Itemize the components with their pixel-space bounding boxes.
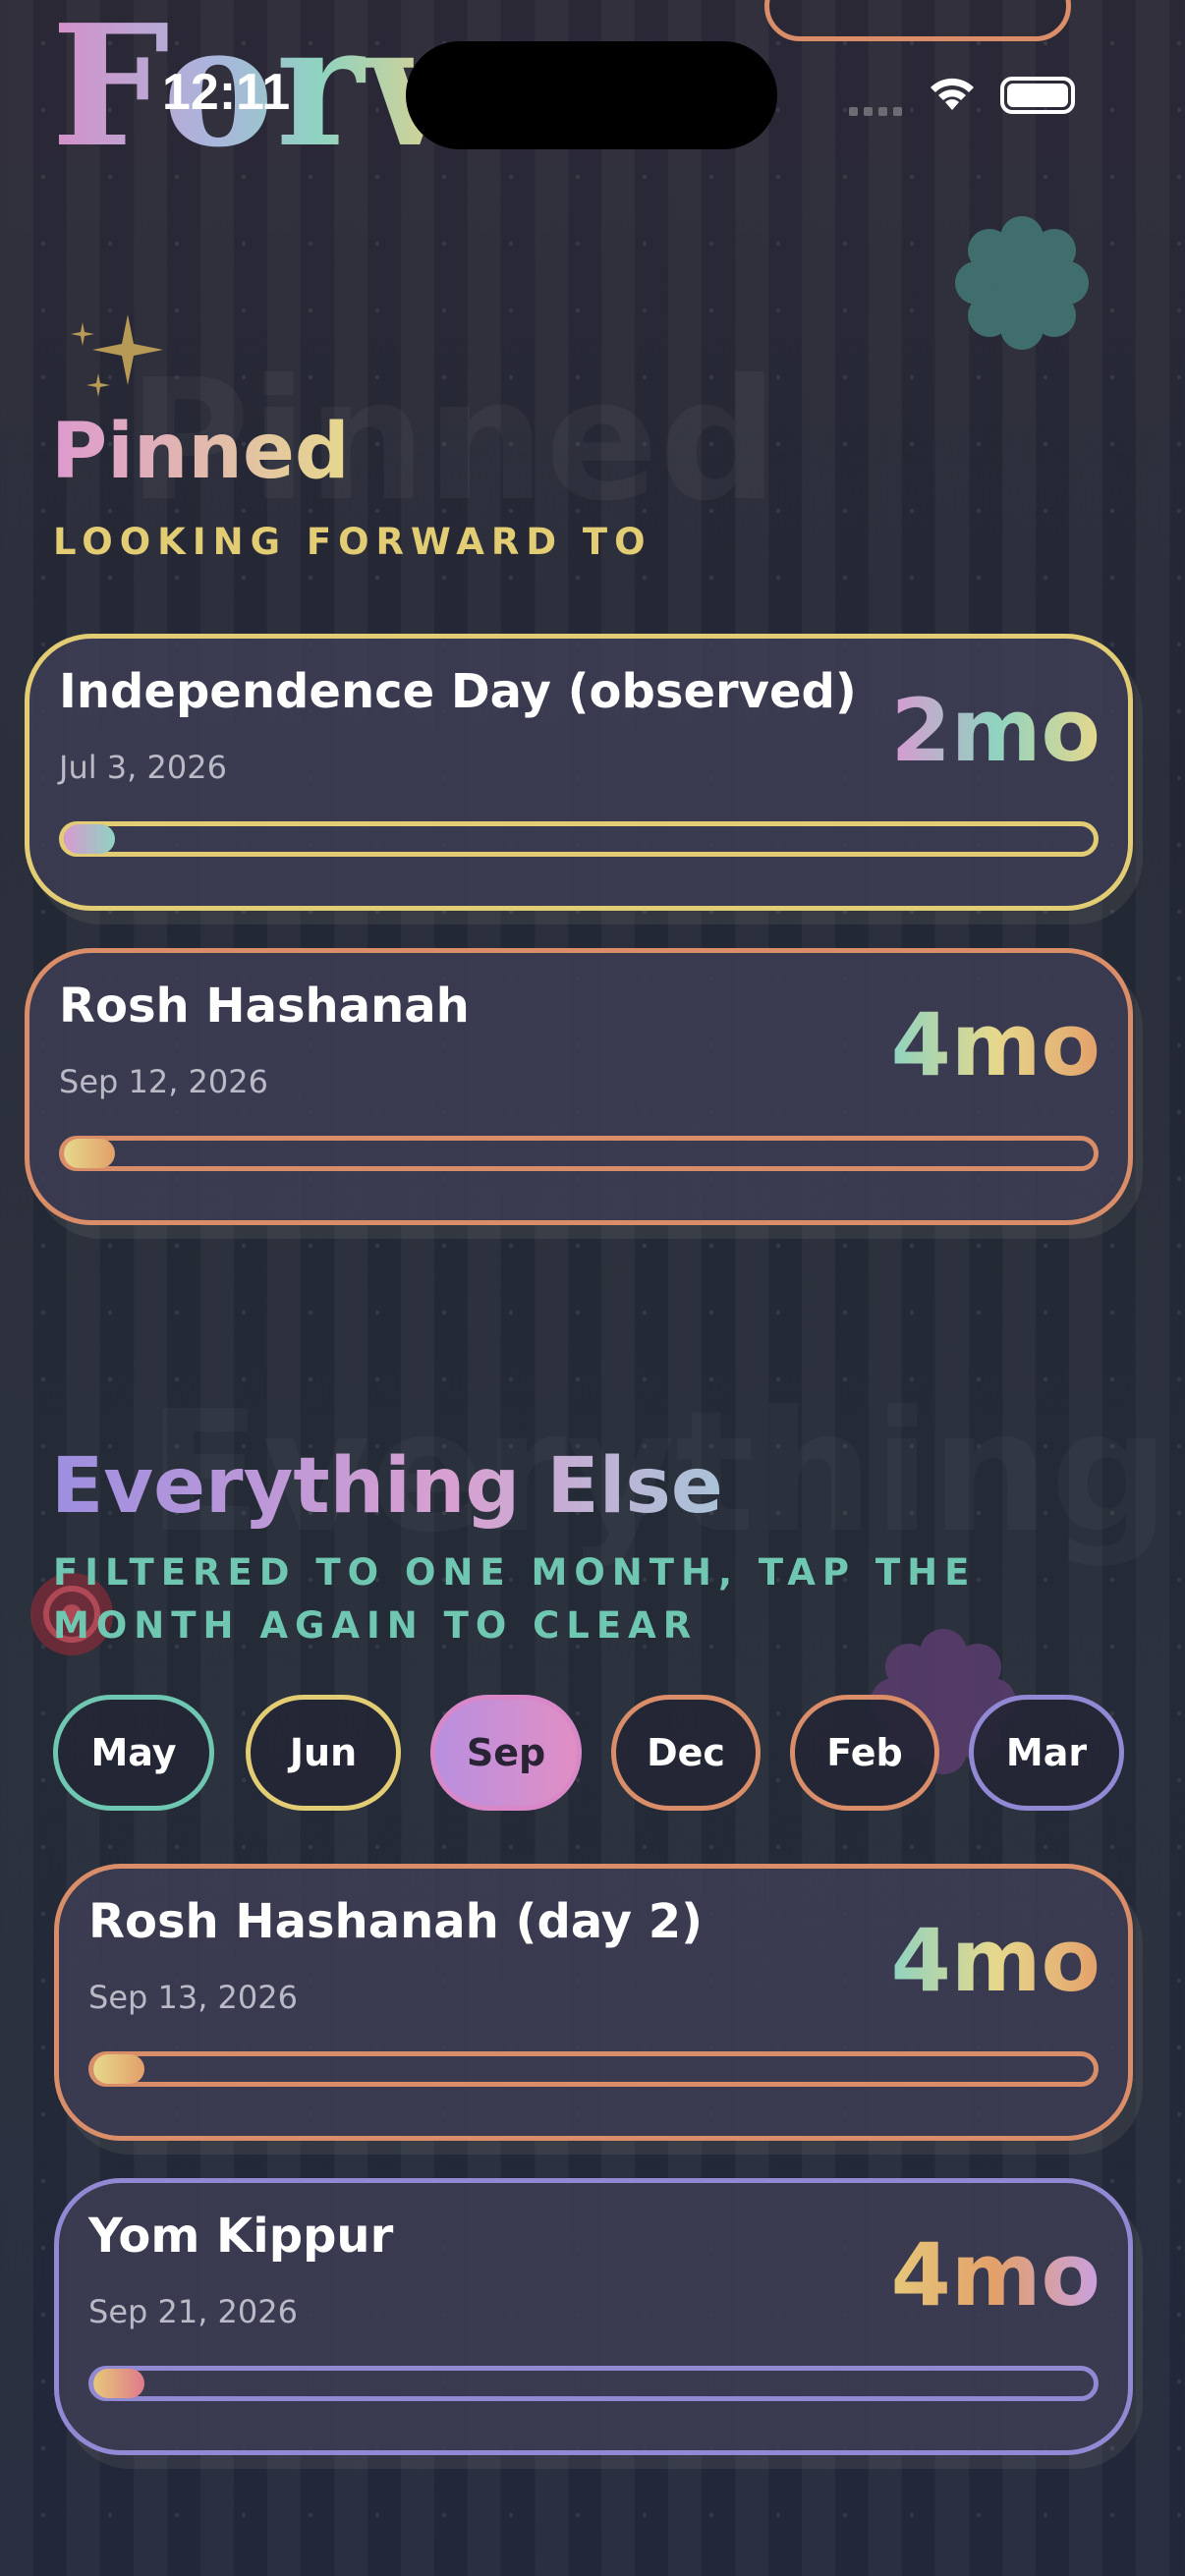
event-countdown: 4mo [890, 1910, 1100, 2011]
status-time: 12:11 [162, 64, 291, 121]
top-action-pill[interactable] [764, 0, 1071, 41]
progress-fill [93, 2054, 144, 2084]
cellular-signal-icon [849, 102, 906, 116]
pinned-section-title: Pinned [51, 408, 350, 496]
progress-fill [64, 1139, 115, 1168]
everything-else-section-subtitle: FILTERED TO ONE MONTH, TAP THE MONTH AGA… [53, 1551, 977, 1647]
event-date: Sep 12, 2026 [59, 1063, 268, 1100]
event-progress-bar [88, 2051, 1099, 2087]
dynamic-island [406, 41, 777, 149]
flower-decoration-icon [955, 216, 1089, 350]
month-filter-bar: May Jun Sep Dec Feb Mar [53, 1695, 1124, 1815]
month-filter-may[interactable]: May [53, 1695, 214, 1811]
event-countdown: 2mo [890, 680, 1100, 781]
event-date: Sep 21, 2026 [88, 2293, 298, 2330]
progress-fill [64, 824, 115, 854]
pinned-event-card[interactable]: Rosh Hashanah Sep 12, 2026 4mo [25, 948, 1133, 1225]
month-filter-jun[interactable]: Jun [246, 1695, 401, 1811]
battery-icon [1000, 77, 1075, 114]
event-date: Jul 3, 2026 [59, 749, 227, 786]
everything-else-section-title: Everything Else [51, 1442, 723, 1531]
event-card[interactable]: Rosh Hashanah (day 2) Sep 13, 2026 4mo [54, 1864, 1133, 2141]
event-date: Sep 13, 2026 [88, 1979, 298, 2016]
wifi-icon [927, 73, 978, 116]
event-progress-bar [88, 2366, 1099, 2401]
event-name: Rosh Hashanah [59, 979, 470, 1034]
event-name: Independence Day (observed) [59, 664, 857, 719]
progress-fill [93, 2369, 144, 2398]
pinned-section-subtitle: LOOKING FORWARD TO [53, 521, 652, 563]
month-filter-sep[interactable]: Sep [430, 1695, 582, 1811]
pinned-event-card[interactable]: Independence Day (observed) Jul 3, 2026 … [25, 634, 1133, 911]
month-filter-mar[interactable]: Mar [969, 1695, 1124, 1811]
event-name: Yom Kippur [88, 2209, 394, 2264]
event-countdown: 4mo [890, 2224, 1100, 2325]
event-card[interactable]: Yom Kippur Sep 21, 2026 4mo [54, 2178, 1133, 2455]
event-countdown: 4mo [890, 994, 1100, 1095]
month-filter-dec[interactable]: Dec [611, 1695, 761, 1811]
event-progress-bar [59, 1136, 1099, 1171]
month-filter-feb[interactable]: Feb [790, 1695, 939, 1811]
event-progress-bar [59, 821, 1099, 857]
event-name: Rosh Hashanah (day 2) [88, 1894, 704, 1949]
